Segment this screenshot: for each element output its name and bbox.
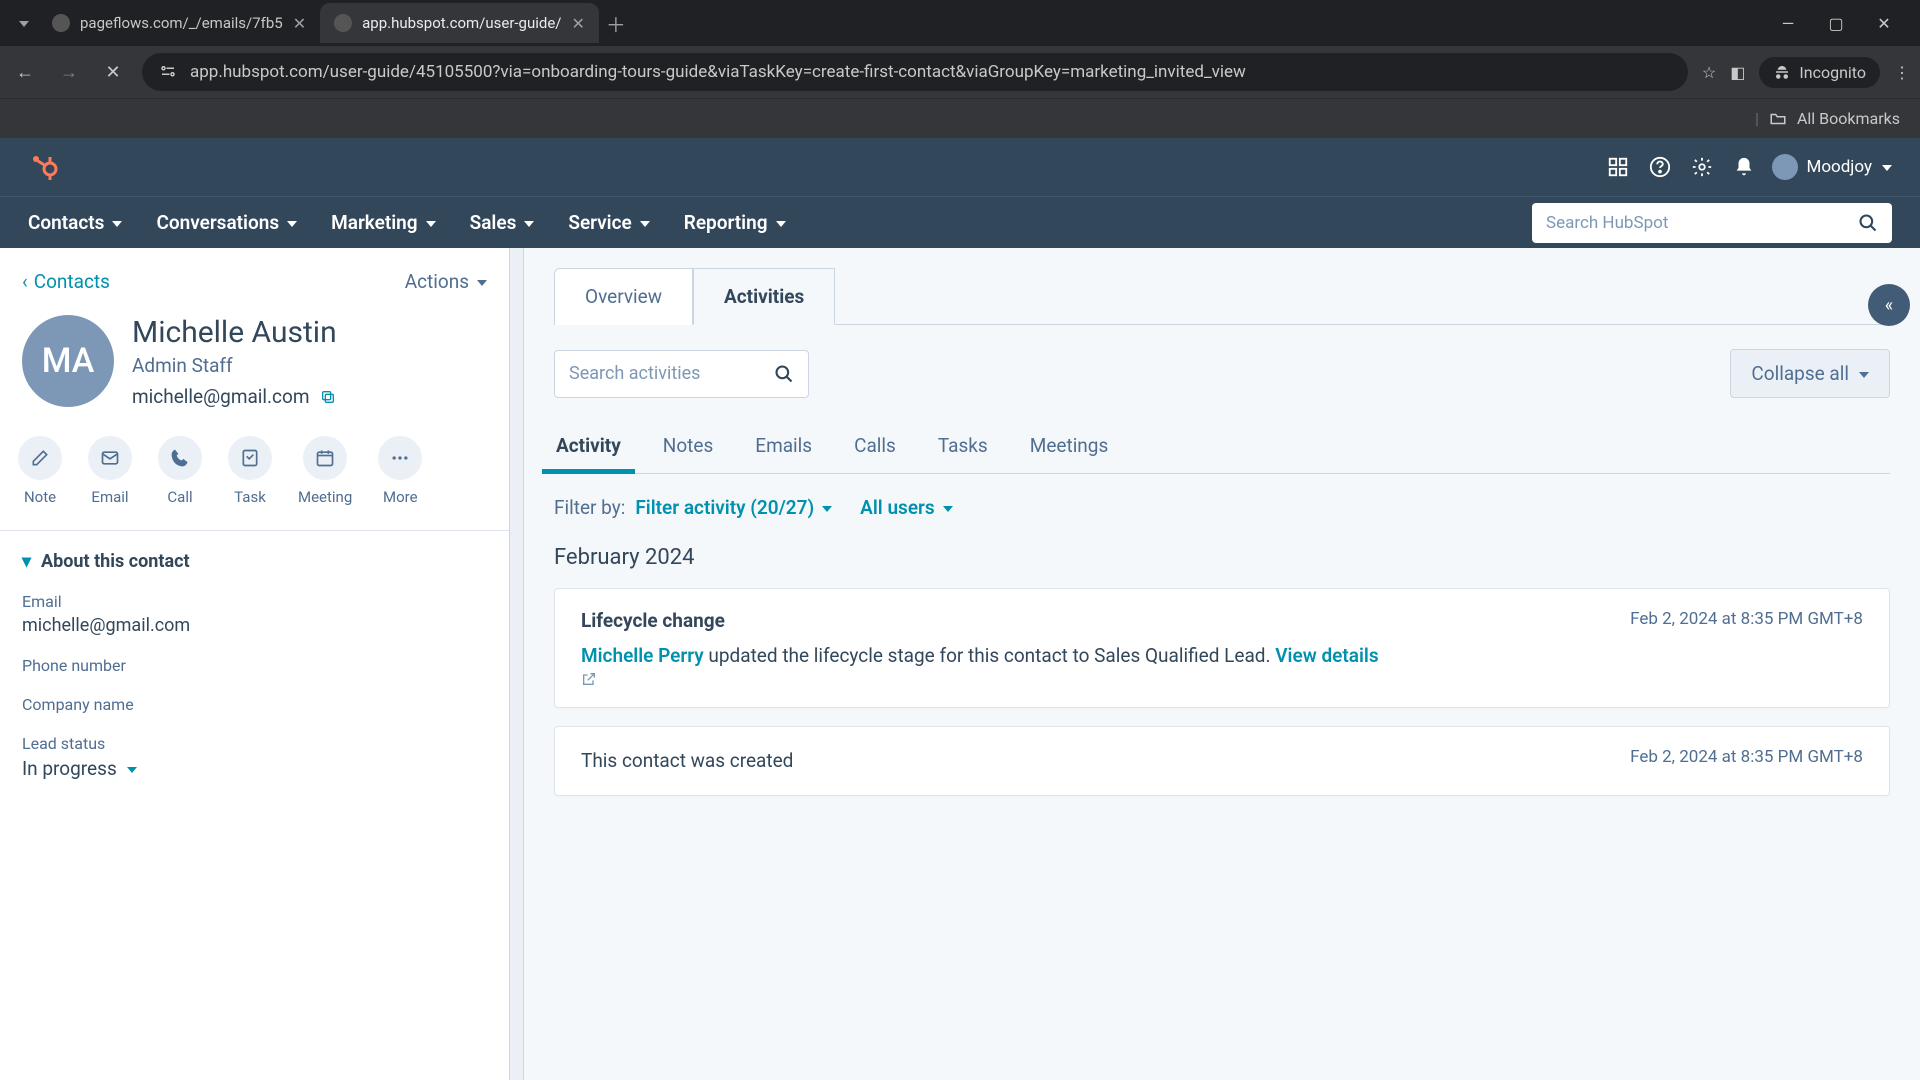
forward-icon[interactable]: → <box>54 57 84 87</box>
activity-card[interactable]: Lifecycle change Feb 2, 2024 at 8:35 PM … <box>554 588 1890 708</box>
incognito-label: Incognito <box>1799 63 1866 82</box>
side-panel-icon[interactable]: ◧ <box>1730 63 1745 82</box>
card-title: Lifecycle change <box>581 609 725 632</box>
search-placeholder: Search HubSpot <box>1546 213 1668 233</box>
close-icon[interactable]: ✕ <box>293 14 306 33</box>
notifications-icon[interactable] <box>1730 153 1758 181</box>
account-name: Moodjoy <box>1806 157 1872 177</box>
help-icon[interactable] <box>1646 153 1674 181</box>
account-menu[interactable]: Moodjoy <box>1772 154 1892 180</box>
browser-tab[interactable]: pageflows.com/_/emails/7fb5 ✕ <box>38 3 320 43</box>
about-section-toggle[interactable]: ▾ About this contact <box>22 551 487 572</box>
nav-contacts[interactable]: Contacts <box>28 211 122 234</box>
lead-status-label: Lead status <box>22 734 487 753</box>
month-heading: February 2024 <box>554 545 1890 570</box>
close-window-icon[interactable]: ✕ <box>1874 14 1894 33</box>
url-text: app.hubspot.com/user-guide/45105500?via=… <box>190 62 1672 82</box>
browser-tab[interactable]: app.hubspot.com/user-guide/ ✕ <box>320 3 599 43</box>
minimize-icon[interactable]: — <box>1778 14 1798 33</box>
card-text: updated the lifecycle stage for this con… <box>704 644 1276 667</box>
bookmark-star-icon[interactable]: ☆ <box>1702 63 1716 82</box>
marketplace-icon[interactable] <box>1604 153 1632 181</box>
global-search[interactable]: Search HubSpot <box>1532 203 1892 243</box>
nav-sales[interactable]: Sales <box>470 211 535 234</box>
more-button[interactable]: More <box>378 436 422 506</box>
panel-splitter[interactable] <box>510 248 524 1080</box>
hubspot-logo-icon[interactable] <box>28 151 60 183</box>
all-bookmarks-link[interactable]: All Bookmarks <box>1797 109 1900 128</box>
search-activities-input[interactable]: Search activities <box>554 350 809 398</box>
tab-list-dropdown[interactable] <box>8 8 38 38</box>
activity-card[interactable]: This contact was created Feb 2, 2024 at … <box>554 726 1890 797</box>
copy-icon[interactable] <box>320 389 336 405</box>
external-link-icon <box>581 671 1863 687</box>
collapse-all-button[interactable]: Collapse all <box>1730 349 1890 398</box>
favicon-icon <box>52 14 70 32</box>
nav-marketing[interactable]: Marketing <box>331 211 435 234</box>
chevron-down-icon <box>1880 157 1892 177</box>
chevron-down-icon <box>475 270 487 293</box>
new-tab-button[interactable]: ＋ <box>599 6 633 40</box>
reload-icon[interactable]: ✕ <box>98 57 128 87</box>
subtab-tasks[interactable]: Tasks <box>936 424 990 473</box>
contact-email: michelle@gmail.com <box>132 385 310 408</box>
nav-conversations[interactable]: Conversations <box>156 211 297 234</box>
back-icon[interactable]: ← <box>10 57 40 87</box>
task-button[interactable]: Task <box>228 436 272 506</box>
kebab-menu-icon[interactable]: ⋮ <box>1894 63 1910 82</box>
incognito-chip[interactable]: Incognito <box>1759 57 1880 88</box>
site-settings-icon[interactable] <box>158 62 178 82</box>
lead-status-select[interactable]: In progress <box>22 757 487 780</box>
card-text: This contact was created <box>581 747 793 776</box>
subtab-emails[interactable]: Emails <box>753 424 814 473</box>
contact-name: Michelle Austin <box>132 315 337 350</box>
folder-icon <box>1769 110 1787 128</box>
filter-label: Filter by: <box>554 496 625 519</box>
search-icon <box>1858 213 1878 233</box>
nav-reporting[interactable]: Reporting <box>684 211 786 234</box>
email-label: Email <box>22 592 487 611</box>
close-icon[interactable]: ✕ <box>572 14 585 33</box>
contact-role: Admin Staff <box>132 354 337 377</box>
view-details-link[interactable]: View details <box>1275 644 1378 667</box>
card-timestamp: Feb 2, 2024 at 8:35 PM GMT+8 <box>1630 609 1863 629</box>
meeting-button[interactable]: Meeting <box>298 436 352 506</box>
search-placeholder: Search activities <box>569 363 700 384</box>
actions-label: Actions <box>405 270 469 293</box>
note-button[interactable]: Note <box>18 436 62 506</box>
chevron-down-icon: ▾ <box>22 551 31 572</box>
chevron-down-icon <box>1857 362 1869 385</box>
tab-title: app.hubspot.com/user-guide/ <box>362 14 561 32</box>
card-timestamp: Feb 2, 2024 at 8:35 PM GMT+8 <box>1630 747 1863 767</box>
back-label: Contacts <box>34 270 110 293</box>
actions-menu[interactable]: Actions <box>405 270 487 293</box>
company-label: Company name <box>22 695 487 714</box>
subtab-activity[interactable]: Activity <box>554 424 623 473</box>
settings-icon[interactable] <box>1688 153 1716 181</box>
email-button[interactable]: Email <box>88 436 132 506</box>
subtab-calls[interactable]: Calls <box>852 424 898 473</box>
maximize-icon[interactable]: ▢ <box>1826 14 1846 33</box>
phone-label: Phone number <box>22 656 487 675</box>
favicon-icon <box>334 14 352 32</box>
tab-overview[interactable]: Overview <box>554 268 693 325</box>
nav-service[interactable]: Service <box>568 211 649 234</box>
chevron-down-icon <box>125 757 137 780</box>
search-icon <box>774 364 794 384</box>
back-to-contacts[interactable]: ‹ Contacts <box>22 270 110 293</box>
tab-title: pageflows.com/_/emails/7fb5 <box>80 14 283 32</box>
call-button[interactable]: Call <box>158 436 202 506</box>
email-value[interactable]: michelle@gmail.com <box>22 615 487 636</box>
subtab-notes[interactable]: Notes <box>661 424 716 473</box>
avatar-icon <box>1772 154 1798 180</box>
subtab-meetings[interactable]: Meetings <box>1028 424 1111 473</box>
tab-activities[interactable]: Activities <box>693 268 835 325</box>
expand-right-panel-button[interactable]: « <box>1868 284 1910 326</box>
address-bar[interactable]: app.hubspot.com/user-guide/45105500?via=… <box>142 53 1688 91</box>
chevron-left-icon: ‹ <box>22 270 28 293</box>
filter-users-dropdown[interactable]: All users <box>860 496 952 519</box>
filter-activity-dropdown[interactable]: Filter activity (20/27) <box>635 496 832 519</box>
actor-link[interactable]: Michelle Perry <box>581 644 704 667</box>
contact-avatar: MA <box>22 315 114 407</box>
